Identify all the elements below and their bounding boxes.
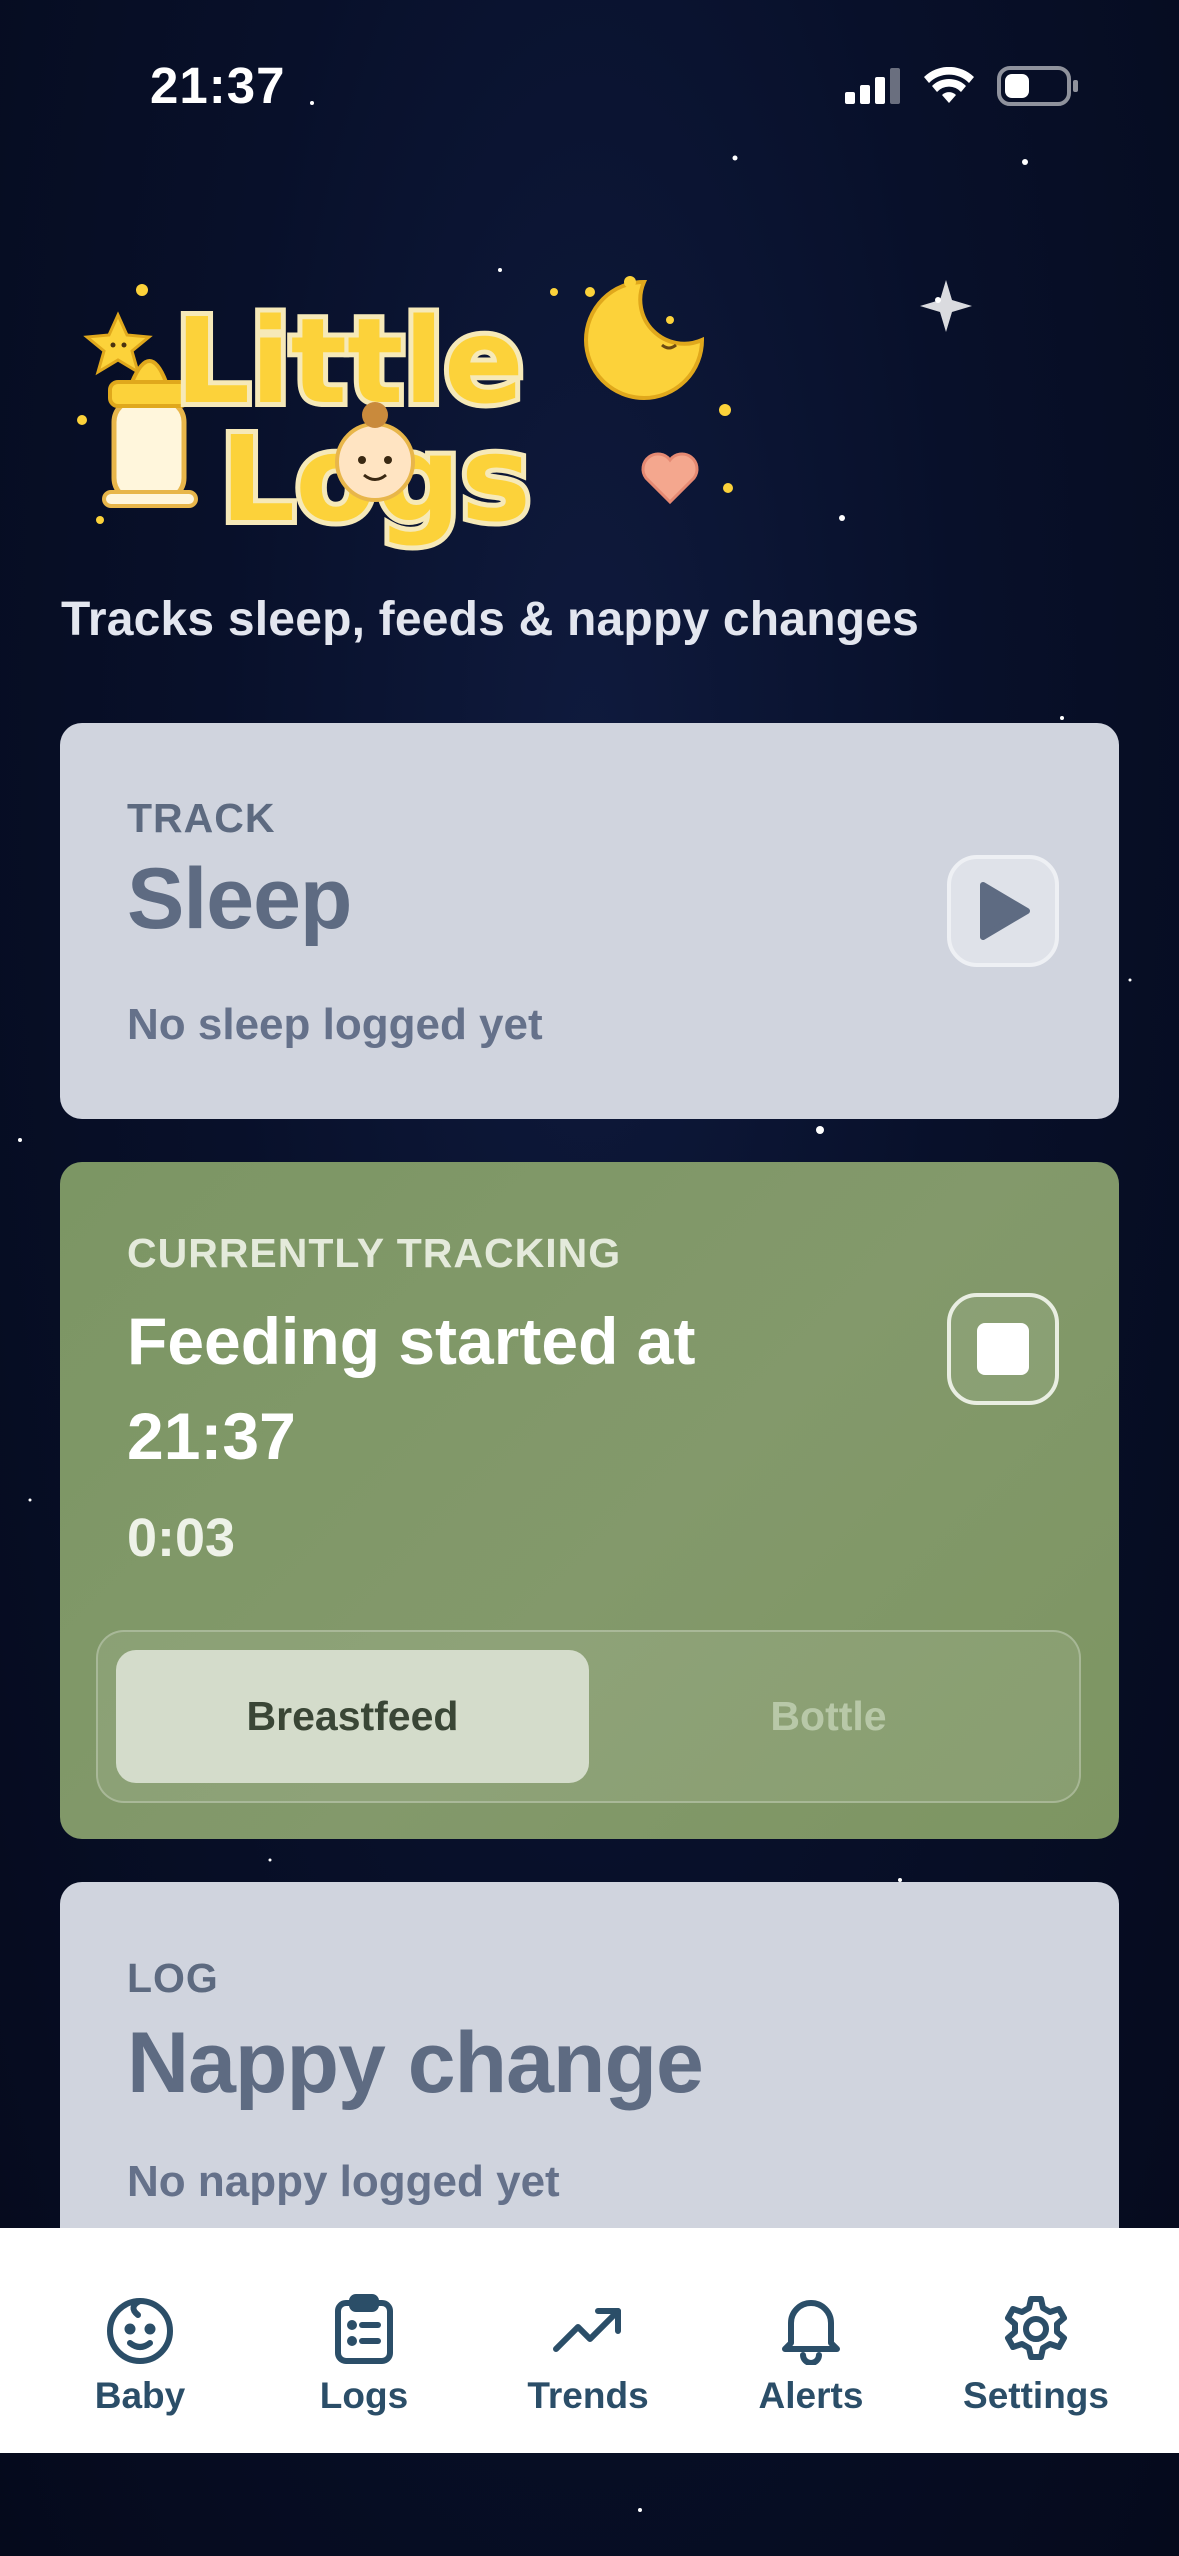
clipboard-icon <box>335 2294 393 2364</box>
nappy-title: Nappy change <box>127 2015 704 2111</box>
bell-icon <box>782 2300 840 2365</box>
sleep-status: No sleep logged yet <box>127 1000 543 1049</box>
nappy-eyebrow: LOG <box>127 1955 219 2001</box>
tab-bar: Baby Logs Trends Alerts Settings <box>0 2228 1179 2453</box>
app-logo: Little Logs <box>77 276 733 553</box>
start-sleep-button[interactable] <box>947 855 1059 967</box>
nappy-status: No nappy logged yet <box>127 2157 560 2206</box>
bottle-option[interactable]: Bottle <box>592 1650 1065 1783</box>
feeding-title: Feeding started at 21:37 <box>127 1304 696 1473</box>
moon-icon <box>584 279 705 400</box>
status-time: 21:37 <box>150 57 286 114</box>
trending-up-icon <box>553 2308 621 2352</box>
sleep-eyebrow: TRACK <box>127 795 276 841</box>
status-icons <box>845 66 1079 106</box>
play-icon <box>980 882 1030 940</box>
wifi-icon <box>924 67 974 103</box>
heart-icon <box>641 452 699 505</box>
tab-settings[interactable]: Settings <box>918 2228 1154 2453</box>
breastfeed-option[interactable]: Breastfeed <box>116 1650 589 1783</box>
feeding-elapsed-timer: 0:03 <box>127 1508 236 1568</box>
battery-icon <box>997 66 1078 106</box>
stop-feeding-button[interactable] <box>947 1293 1059 1405</box>
status-bar: 21:37 <box>0 0 1179 175</box>
baby-face-icon <box>107 2298 173 2364</box>
tab-logs[interactable]: Logs <box>246 2228 482 2453</box>
logo-star-icon <box>83 311 153 376</box>
tab-label: Logs <box>319 2375 409 2416</box>
tab-baby[interactable]: Baby <box>22 2228 258 2453</box>
feed-type-toggle: Breastfeed Bottle <box>96 1630 1081 1803</box>
tab-trends[interactable]: Trends <box>470 2228 706 2453</box>
sleep-title: Sleep <box>127 851 352 947</box>
stop-icon <box>977 1323 1029 1375</box>
app-subtitle: Tracks sleep, feeds & nappy changes <box>61 593 920 646</box>
tab-label: Trends <box>527 2375 649 2416</box>
tab-label: Baby <box>94 2375 186 2416</box>
tab-label: Settings <box>963 2375 1109 2416</box>
feeding-card: CURRENTLY TRACKING Feeding started at 21… <box>60 1162 1119 1839</box>
tab-label: Alerts <box>758 2375 864 2416</box>
gear-icon <box>1005 2296 1067 2360</box>
tab-alerts[interactable]: Alerts <box>693 2228 929 2453</box>
cellular-signal-icon <box>845 68 900 104</box>
sleep-card[interactable]: TRACK Sleep No sleep logged yet <box>60 723 1119 1119</box>
feeding-eyebrow: CURRENTLY TRACKING <box>127 1230 622 1276</box>
